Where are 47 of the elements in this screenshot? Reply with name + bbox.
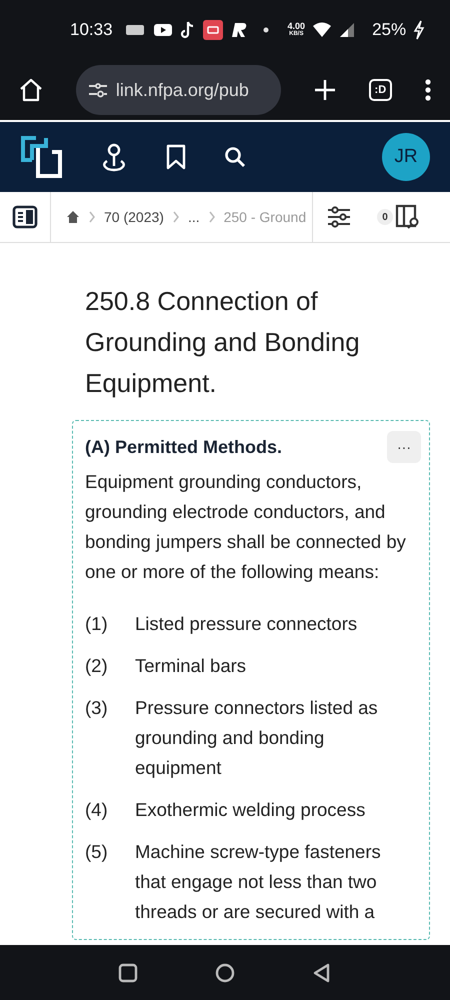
signal-icon <box>339 22 356 38</box>
r-logo-icon <box>230 22 248 38</box>
tab-switcher-button[interactable]: :D <box>368 79 392 101</box>
list-number: (5) <box>85 840 109 864</box>
chevron-icon <box>208 211 216 223</box>
chevron-icon <box>172 211 180 223</box>
filter-icon[interactable] <box>327 206 351 228</box>
site-settings-icon[interactable] <box>88 82 108 98</box>
count-badge: 0 <box>377 209 393 225</box>
home-circle-icon[interactable] <box>214 962 236 984</box>
status-time: 10:33 <box>70 20 113 40</box>
list-number: (4) <box>85 798 109 822</box>
wifi-icon <box>312 22 332 38</box>
paragraph: Equipment grounding conductors, grounding electrode conductors, and bonding jumpers shall be connected by one or more of the following means: <box>85 470 407 584</box>
more-menu-icon[interactable] <box>424 78 432 102</box>
list-item-text: Pressure connectors listed as grounding and bonding equipment <box>135 696 379 780</box>
table-of-contents-icon[interactable] <box>12 205 38 229</box>
play-icon <box>152 22 173 38</box>
panel-search-icon[interactable] <box>395 204 421 230</box>
list-item-text: Machine screw-type fasteners that engage not less than two threads or are secured with a <box>135 840 382 924</box>
list-number: (3) <box>85 696 109 720</box>
logo-icon[interactable] <box>20 136 62 178</box>
subsection-heading: (A) Permitted Methods. <box>85 437 282 458</box>
battery-level: 25% <box>372 20 406 40</box>
more-options-button[interactable]: ··· <box>387 431 421 463</box>
charging-icon <box>413 20 426 40</box>
search-icon[interactable] <box>224 146 246 168</box>
user-avatar[interactable]: JR <box>382 133 430 181</box>
list-number: (2) <box>85 654 109 678</box>
breadcrumb-link[interactable]: 70 (2023) <box>104 209 164 225</box>
list-item-text: Exothermic welding process <box>135 798 366 822</box>
home-icon[interactable] <box>18 77 44 103</box>
bookmark-icon[interactable] <box>166 144 186 170</box>
new-tab-icon[interactable] <box>312 78 337 102</box>
recorder-icon <box>202 20 223 40</box>
address-bar[interactable]: link.nfpa.org/pub <box>76 65 281 115</box>
note-icon <box>180 21 196 39</box>
list-number: (1) <box>85 612 109 636</box>
section-title: 250.8 Connection of Grounding and Bonding Equipment. <box>85 285 361 400</box>
home-icon[interactable] <box>66 210 80 224</box>
breadcrumb-link[interactable]: ... <box>188 209 200 225</box>
chevron-icon <box>88 211 96 223</box>
dot-icon <box>262 27 269 33</box>
pin-icon[interactable] <box>100 142 128 172</box>
list-item-text: Listed pressure connectors <box>135 612 358 636</box>
recents-icon[interactable] <box>117 962 140 984</box>
list-item-text: Terminal bars <box>135 654 248 678</box>
